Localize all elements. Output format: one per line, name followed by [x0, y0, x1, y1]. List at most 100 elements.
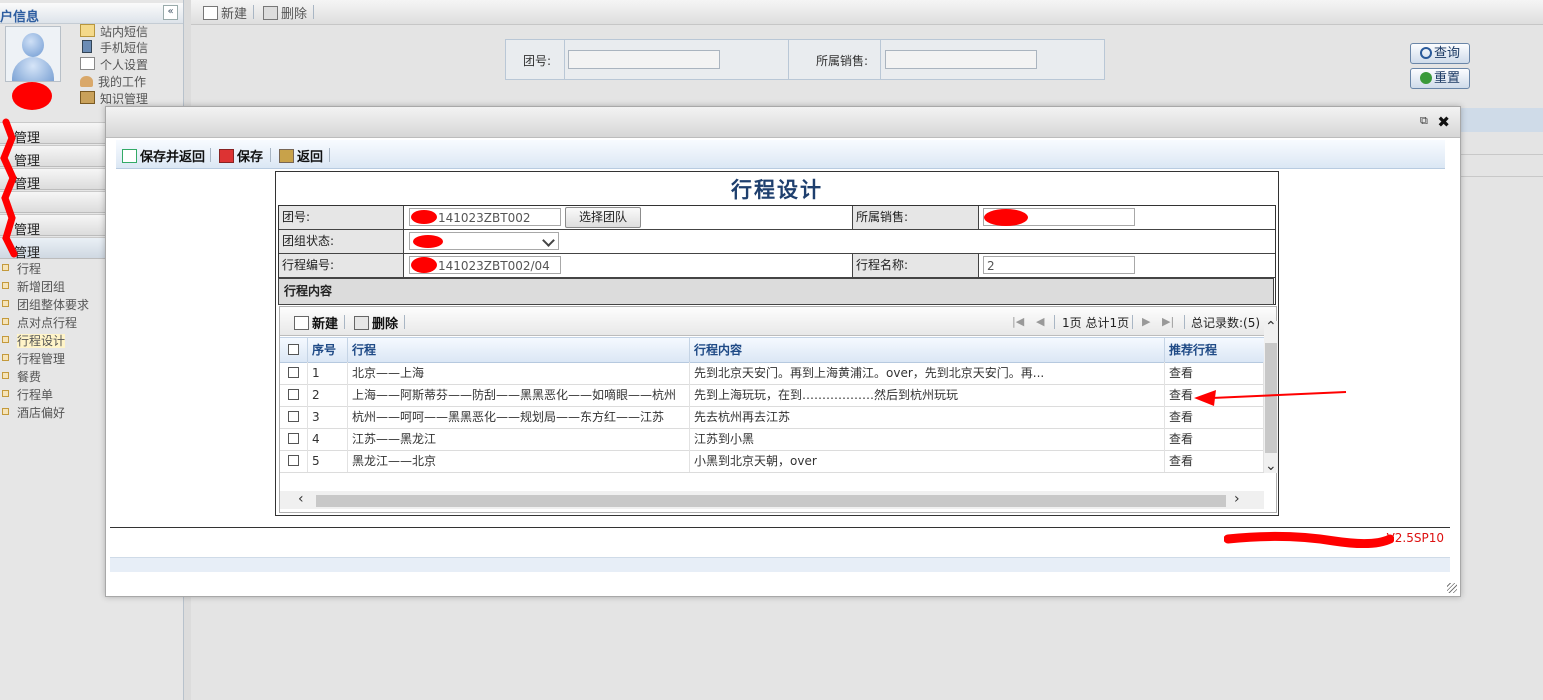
prev-page-icon[interactable]: ◀: [1036, 315, 1044, 328]
table-row[interactable]: 1 北京——上海 先到北京天安门。再到上海黄浦江。over，先到北京天安门。再...…: [280, 362, 1264, 385]
cell-route: 杭州——呵呵——黑黑恶化——规划局——东方红——江苏: [348, 406, 690, 428]
view-link[interactable]: 查看: [1165, 450, 1264, 472]
group-no-label: 团号:: [279, 206, 404, 229]
save-button[interactable]: 保存: [219, 146, 263, 165]
form-row-status: 团组状态:: [279, 230, 1275, 254]
row-checkbox[interactable]: [288, 455, 299, 466]
group-no-search-input[interactable]: [568, 50, 720, 69]
sales-label: 所属销售:: [852, 206, 979, 229]
grid-delete-button[interactable]: 删除: [354, 313, 398, 332]
scroll-down-icon[interactable]: ⌄: [1265, 459, 1277, 473]
floppy-icon: [219, 149, 234, 163]
sidebar-item-p2p-itinerary[interactable]: 点对点行程: [2, 314, 77, 332]
sidebar-item-itinerary-sheet[interactable]: 行程单: [2, 386, 53, 404]
sidebar-item-meal-fee[interactable]: 餐费: [2, 368, 41, 386]
sales-search-input[interactable]: [885, 50, 1037, 69]
col-header-route[interactable]: 行程: [348, 338, 690, 362]
popout-icon[interactable]: ⧉: [1420, 115, 1430, 126]
save-return-icon: [122, 149, 137, 163]
cell-no: 5: [308, 450, 348, 472]
cell-no: 4: [308, 428, 348, 450]
dialog-footer: [110, 557, 1450, 572]
cell-content: 先到北京天安门。再到上海黄浦江。over，先到北京天安门。再...: [690, 362, 1165, 384]
select-all-cell: [280, 338, 308, 362]
itinerary-content-header: 行程内容: [278, 278, 1274, 305]
cell-checkbox: [280, 428, 308, 450]
close-icon[interactable]: ✖: [1437, 113, 1450, 131]
mobile-phone-icon: [82, 40, 92, 53]
cell-checkbox: [280, 406, 308, 428]
total-records: 总记录数:(5): [1191, 316, 1261, 330]
sidebar-item-itinerary-manage[interactable]: 行程管理: [2, 350, 65, 368]
itinerary-grid: 新建 删除 |◀ ◀ 1页 总计1页 ▶ ▶| 总记录数:(5) 序号 行程 行…: [279, 306, 1278, 513]
save-and-return-button[interactable]: 保存并返回: [122, 146, 205, 165]
sidebar-title: 户信息: [0, 10, 40, 25]
first-page-icon[interactable]: |◀: [1012, 315, 1024, 328]
scroll-up-icon[interactable]: ⌃: [1265, 320, 1277, 334]
grid-new-button[interactable]: 新建: [294, 313, 338, 332]
user-work-icon: [80, 76, 93, 87]
grid-toolbar: 新建 删除 |◀ ◀ 1页 总计1页 ▶ ▶| 总记录数:(5): [280, 307, 1276, 336]
col-header-recommend[interactable]: 推荐行程: [1165, 338, 1264, 362]
search-icon: [1419, 47, 1432, 59]
collapse-icon[interactable]: «: [163, 5, 178, 20]
bg-delete-button[interactable]: 删除: [263, 3, 307, 22]
scroll-left-icon[interactable]: ‹: [298, 492, 304, 506]
refresh-icon: [1419, 72, 1432, 84]
chevron-down-icon: [542, 234, 555, 247]
annotation-arrow: [1194, 390, 1347, 406]
bg-grid-row: [1458, 158, 1543, 177]
quick-link-inbox[interactable]: 站内短信: [80, 23, 180, 40]
horizontal-scroll-thumb[interactable]: [316, 495, 1226, 507]
view-link[interactable]: 查看: [1165, 428, 1264, 450]
cell-content: 先到上海玩玩，在到………………然后到杭州玩玩: [690, 384, 1165, 406]
scroll-right-icon[interactable]: ›: [1234, 492, 1240, 506]
resize-grip-icon[interactable]: [1447, 583, 1457, 593]
reset-button[interactable]: 重置: [1410, 68, 1470, 89]
search-panel: 团号: 所属销售:: [505, 39, 1105, 80]
back-button[interactable]: 返回: [279, 146, 323, 165]
sidebar-item-itinerary-design[interactable]: 行程设计: [2, 332, 66, 350]
quick-link-my-work[interactable]: 我的工作: [80, 73, 180, 90]
quick-link-knowledge[interactable]: 知识管理: [80, 90, 180, 107]
bg-new-button[interactable]: 新建: [203, 3, 247, 22]
sidebar-item-new-group[interactable]: 新增团组: [2, 278, 65, 296]
cell-no: 3: [308, 406, 348, 428]
bg-grid-header: [1458, 108, 1543, 132]
sidebar-item-group-requirements[interactable]: 团组整体要求: [2, 296, 89, 314]
cell-route: 江苏——黑龙江: [348, 428, 690, 450]
row-checkbox[interactable]: [288, 433, 299, 444]
row-checkbox[interactable]: [288, 411, 299, 422]
main-toolbar: 新建 删除: [191, 0, 1543, 25]
itinerary-name-label: 行程名称:: [852, 254, 979, 277]
table-row[interactable]: 2 上海——阿斯蒂芬——防刮——黑黑恶化——如嘀眼——杭州 先到上海玩玩，在到…………: [280, 384, 1264, 407]
col-header-no[interactable]: 序号: [308, 338, 348, 362]
new-doc-icon: [294, 316, 309, 330]
table-row[interactable]: 5 黑龙江——北京 小黑到北京天朝，over 查看: [280, 450, 1264, 473]
group-no-label: 团号:: [523, 54, 552, 68]
row-checkbox[interactable]: [288, 367, 299, 378]
redaction-mark: [984, 209, 1028, 226]
query-button[interactable]: 查询: [1410, 43, 1470, 64]
itinerary-name-field[interactable]: 2: [983, 256, 1135, 274]
next-page-icon[interactable]: ▶: [1142, 315, 1150, 328]
cell-content: 江苏到小黑: [690, 428, 1165, 450]
col-header-content[interactable]: 行程内容: [690, 338, 1165, 362]
sidebar-item-itinerary[interactable]: 行程: [2, 260, 41, 278]
view-link[interactable]: 查看: [1165, 362, 1264, 384]
quick-link-sms[interactable]: 手机短信: [80, 39, 180, 56]
form-row-itinerary: 行程编号: 141023ZBT002/04 行程名称: 2: [279, 254, 1275, 278]
select-team-button[interactable]: 选择团队: [565, 207, 641, 228]
horizontal-scrollbar[interactable]: ‹ ›: [280, 491, 1264, 509]
table-row[interactable]: 4 江苏——黑龙江 江苏到小黑 查看: [280, 428, 1264, 451]
sidebar-item-hotel-pref[interactable]: 酒店偏好: [2, 404, 65, 422]
annotation-scribble: [1224, 531, 1394, 549]
last-page-icon[interactable]: ▶|: [1162, 315, 1174, 328]
row-checkbox[interactable]: [288, 389, 299, 400]
table-row[interactable]: 3 杭州——呵呵——黑黑恶化——规划局——东方红——江苏 先去杭州再去江苏 查看: [280, 406, 1264, 429]
quick-link-settings[interactable]: 个人设置: [80, 56, 180, 73]
cell-checkbox: [280, 362, 308, 384]
select-all-checkbox[interactable]: [288, 344, 299, 355]
edit-settings-icon: [80, 57, 95, 70]
dialog-titlebar[interactable]: ⧉ ✖: [106, 107, 1460, 138]
